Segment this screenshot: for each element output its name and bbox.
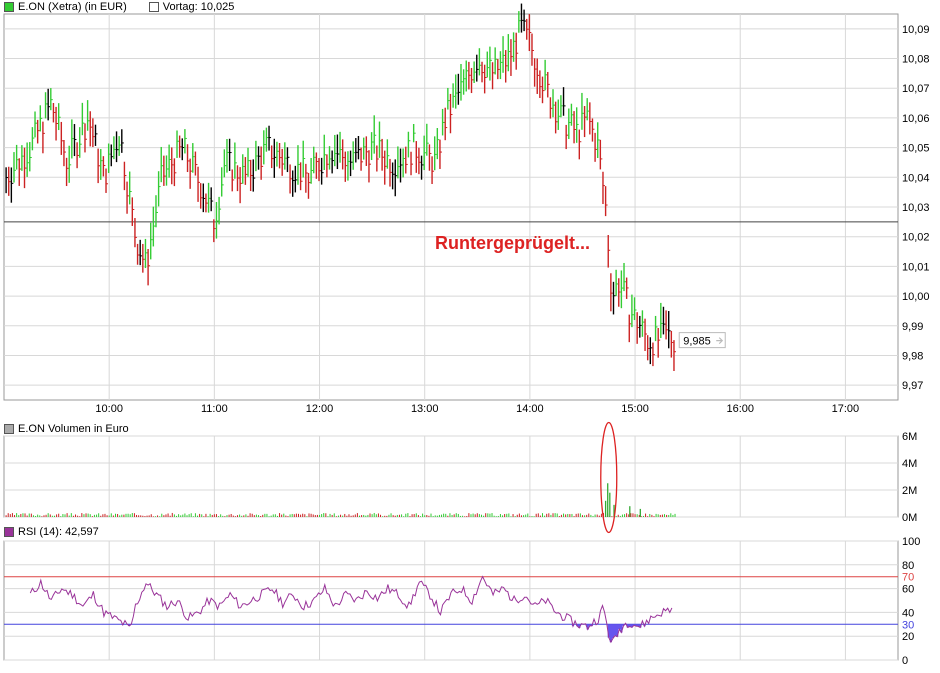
price-y-tick-label: 10,04 (902, 172, 930, 184)
rsi-y-tick-label: 70 (902, 572, 914, 584)
rsi-y-tick-label: 30 (902, 619, 914, 631)
prev-close-legend-swatch (148, 2, 159, 12)
price-x-tick-label: 17:00 (832, 403, 860, 415)
price-y-tick-label: 10,01 (902, 261, 930, 273)
price-x-tick-label: 10:00 (95, 403, 123, 415)
chart-canvas: 10,09 10,08 10,07 10,06 10,05 10,04 10,03 10,02… (3, 3, 930, 667)
price-y-tick-label: 10,08 (902, 54, 930, 66)
price-y-tick-label: 9,99 (902, 321, 923, 333)
chart-root: 10,09 10,08 10,07 10,06 10,05 10,04 10,03 10,02… (0, 0, 940, 670)
volume-legend-swatch (4, 424, 14, 434)
price-y-tick-label: 10,00 (902, 291, 930, 303)
rsi-y-tick-label: 40 (902, 607, 914, 619)
volume-plot-area (3, 435, 899, 518)
rsi-y-tick-label: 20 (902, 631, 914, 643)
price-x-tick-label: 12:00 (306, 403, 334, 415)
price-y-tick-label: 9,98 (902, 350, 923, 362)
price-y-tick-label: 9,97 (902, 380, 923, 392)
price-x-tick-label: 13:00 (411, 403, 439, 415)
price-y-tick-label: 10,09 (902, 24, 930, 36)
price-x-tick-label: 14:00 (516, 403, 544, 415)
rsi-y-tick-label: 0 (902, 655, 908, 667)
price-legend-prev-close: Vortag: 10,025 (162, 1, 235, 13)
price-x-tick-label: 16:00 (726, 403, 754, 415)
volume-legend: E.ON Volumen in Euro (4, 423, 129, 435)
price-legend: E.ON (Xetra) (in EUR) Vortag: 10,025 (4, 1, 234, 13)
last-value-label: 9,985 (683, 336, 711, 348)
rsi-legend: RSI (14): 42,597 (4, 526, 99, 538)
price-x-tick-label: 11:00 (201, 403, 228, 415)
rsi-y-tick-label: 100 (902, 536, 920, 548)
price-legend-swatch (4, 2, 14, 12)
price-legend-instrument: E.ON (Xetra) (in EUR) (18, 1, 127, 13)
volume-y-tick-label: 4M (902, 458, 917, 470)
price-y-tick-label: 10,06 (902, 113, 930, 125)
rsi-y-tick-label: 80 (902, 560, 914, 572)
rsi-y-tick-label: 60 (902, 584, 914, 596)
volume-y-tick-label: 2M (902, 485, 917, 497)
price-y-tick-label: 10,07 (902, 83, 930, 95)
rsi-plot-area (3, 540, 899, 661)
volume-legend-label: E.ON Volumen in Euro (18, 423, 129, 435)
rsi-legend-label: RSI (14): 42,597 (18, 526, 99, 538)
price-y-tick-label: 10,03 (902, 202, 930, 214)
volume-y-tick-label: 0M (902, 512, 917, 524)
price-y-tick-label: 10,05 (902, 143, 930, 155)
rsi-legend-swatch (4, 527, 14, 537)
price-y-tick-label: 10,02 (902, 232, 930, 244)
volume-y-tick-label: 6M (902, 431, 917, 443)
price-x-tick-label: 15:00 (621, 403, 649, 415)
annotation-label: Runtergeprügelt... (435, 233, 590, 253)
